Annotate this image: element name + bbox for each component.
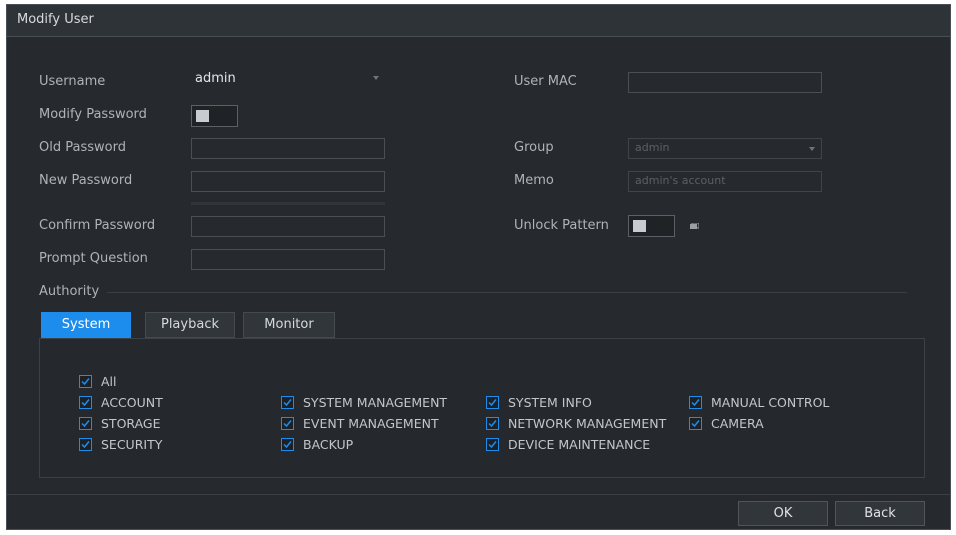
checkbox[interactable] [689, 396, 702, 409]
check-icon [488, 441, 497, 449]
old-password-label: Old Password [39, 140, 126, 155]
ok-button[interactable]: OK [738, 501, 828, 526]
modify-user-dialog: Modify User Username admin Modify Passwo… [6, 4, 951, 530]
old-password-field[interactable] [191, 138, 385, 159]
check-icon [81, 441, 90, 449]
permission-label: EVENT MANAGEMENT [303, 416, 439, 431]
memo-field[interactable]: admin's account [628, 171, 822, 192]
password-strength-bar [191, 202, 385, 205]
check-icon [283, 399, 292, 407]
memo-label: Memo [514, 173, 554, 188]
footer-divider [7, 494, 950, 495]
dialog-title: Modify User [17, 12, 94, 27]
check-icon [283, 420, 292, 428]
memo-value: admin's account [635, 174, 726, 187]
group-select: admin [628, 138, 822, 159]
authority-label: Authority [39, 284, 100, 299]
permission-label: DEVICE MAINTENANCE [508, 437, 651, 452]
authority-divider [107, 292, 907, 293]
back-button[interactable]: Back [835, 501, 925, 526]
checkbox[interactable] [486, 417, 499, 430]
check-icon [81, 378, 90, 386]
username-select[interactable]: admin [191, 68, 385, 90]
checkbox[interactable] [281, 438, 294, 451]
group-value: admin [635, 141, 670, 154]
checkbox[interactable] [486, 396, 499, 409]
permission-label: NETWORK MANAGEMENT [508, 416, 667, 431]
prompt-question-label: Prompt Question [39, 251, 148, 266]
check-icon [691, 420, 700, 428]
checkbox[interactable] [79, 396, 92, 409]
check-icon [691, 399, 700, 407]
username-value: admin [195, 71, 236, 86]
permission-label: BACKUP [303, 437, 354, 452]
checkbox[interactable] [79, 375, 92, 388]
new-password-field[interactable] [191, 171, 385, 192]
tab-system[interactable]: System [41, 312, 131, 338]
chevron-down-icon [373, 76, 379, 80]
new-password-label: New Password [39, 173, 133, 188]
permissions-panel: All ACCOUNT STORAGE SECURITY SYSTEM MANA… [39, 338, 925, 478]
title-bar: Modify User [7, 5, 950, 37]
checkbox[interactable] [281, 396, 294, 409]
checkbox[interactable] [486, 438, 499, 451]
check-icon [488, 420, 497, 428]
checkbox[interactable] [689, 417, 702, 430]
tab-playback[interactable]: Playback [145, 312, 235, 338]
group-label: Group [514, 140, 554, 155]
prompt-question-field[interactable] [191, 249, 385, 270]
permission-label: SECURITY [101, 437, 163, 452]
chevron-down-icon [809, 147, 815, 151]
username-label: Username [39, 74, 106, 89]
pattern-icon[interactable] [690, 223, 699, 230]
checkbox[interactable] [79, 417, 92, 430]
permission-label: SYSTEM MANAGEMENT [303, 395, 448, 410]
modify-password-toggle[interactable] [191, 105, 238, 127]
permission-label: SYSTEM INFO [508, 395, 592, 410]
permission-label: All [101, 374, 117, 389]
user-mac-label: User MAC [514, 74, 577, 89]
checkbox[interactable] [79, 438, 92, 451]
checkbox[interactable] [281, 417, 294, 430]
unlock-pattern-toggle[interactable] [628, 215, 675, 237]
check-icon [488, 399, 497, 407]
check-icon [81, 399, 90, 407]
tab-monitor[interactable]: Monitor [243, 312, 335, 338]
confirm-password-field[interactable] [191, 216, 385, 237]
permission-label: CAMERA [711, 416, 764, 431]
unlock-pattern-label: Unlock Pattern [514, 218, 609, 233]
permission-label: STORAGE [101, 416, 161, 431]
permission-label: ACCOUNT [101, 395, 163, 410]
toggle-knob [196, 110, 209, 122]
confirm-password-label: Confirm Password [39, 218, 156, 233]
toggle-knob [633, 220, 646, 232]
user-mac-field[interactable] [628, 72, 822, 93]
permission-label: MANUAL CONTROL [711, 395, 830, 410]
check-icon [283, 441, 292, 449]
check-icon [81, 420, 90, 428]
modify-password-label: Modify Password [39, 107, 147, 122]
